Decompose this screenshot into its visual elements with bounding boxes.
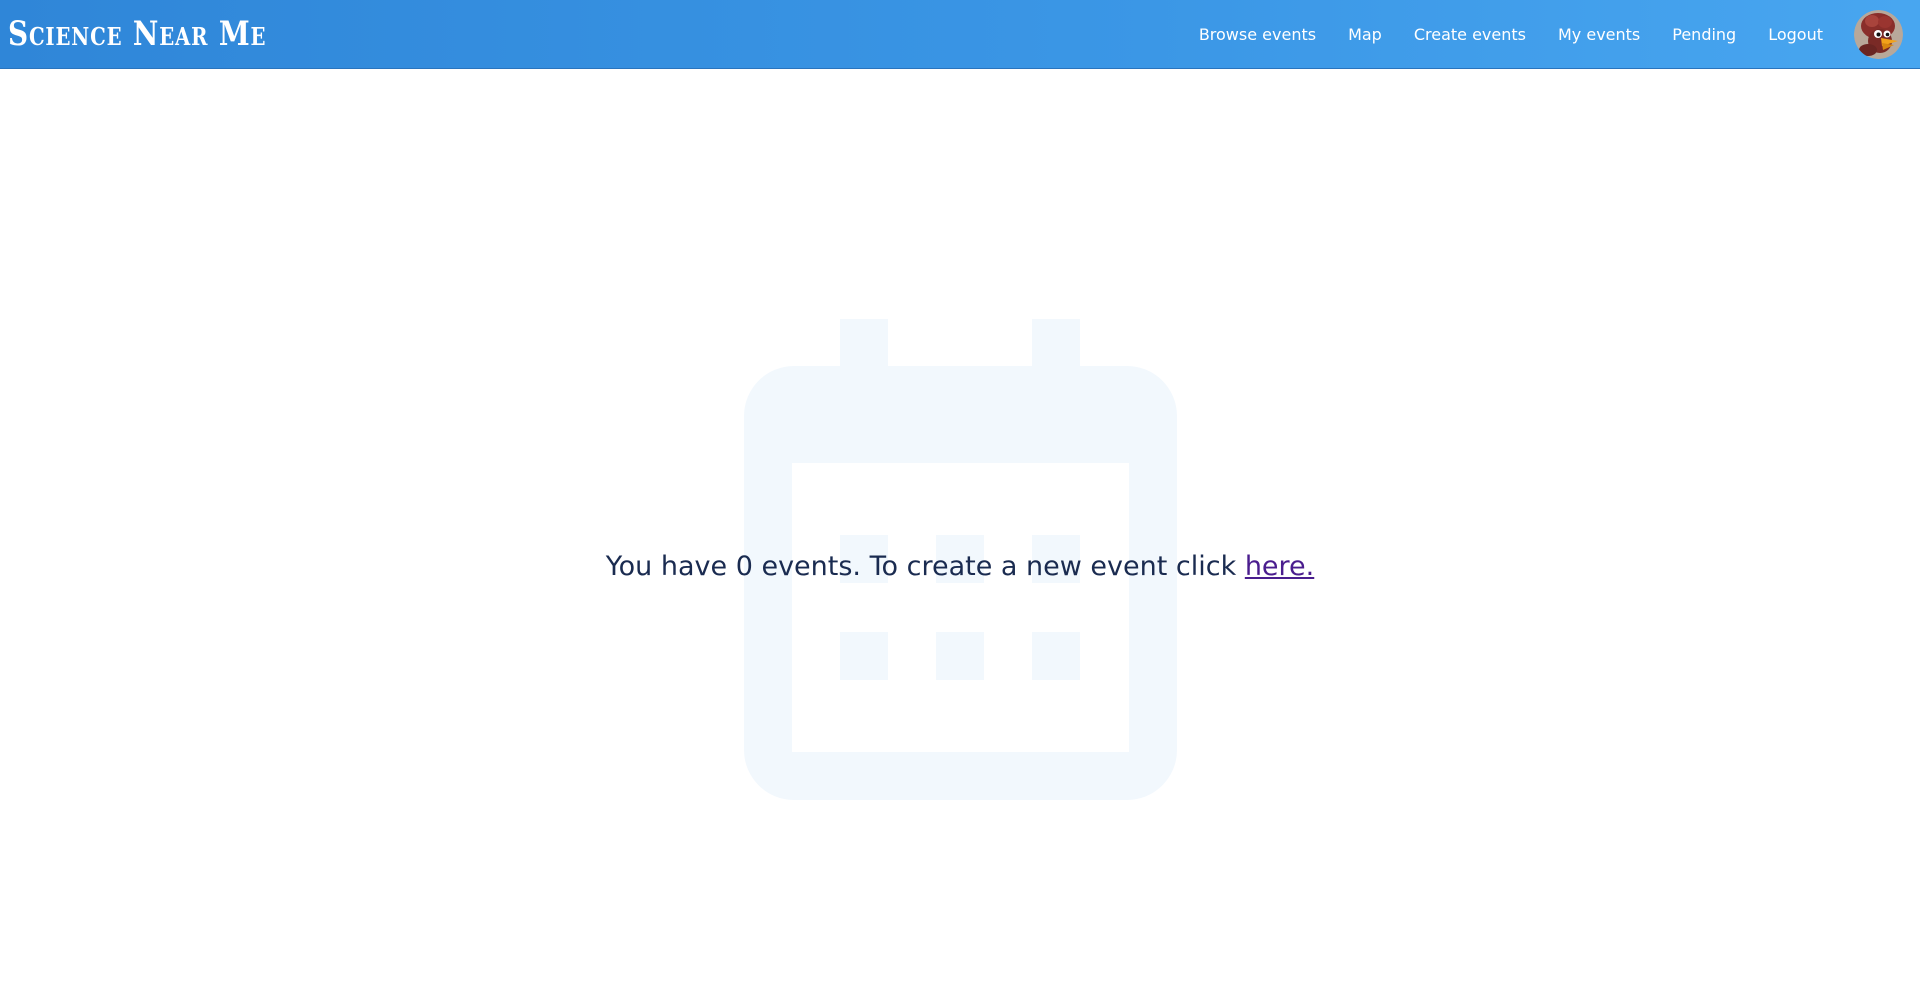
main-nav: Browse events Map Create events My event…: [1199, 0, 1823, 69]
empty-state: You have 0 events. To create a new event…: [0, 69, 1920, 982]
nav-create-events[interactable]: Create events: [1414, 25, 1526, 44]
nav-my-events[interactable]: My events: [1558, 25, 1640, 44]
nav-pending[interactable]: Pending: [1672, 25, 1736, 44]
create-event-link[interactable]: here.: [1245, 551, 1314, 582]
top-navigation-bar: Science Near Me Browse events Map Create…: [0, 0, 1920, 69]
avatar-bird-icon: [1854, 10, 1903, 59]
site-logo[interactable]: Science Near Me: [8, 14, 266, 54]
nav-logout[interactable]: Logout: [1768, 25, 1823, 44]
empty-state-message: You have 0 events. To create a new event…: [0, 549, 1920, 585]
empty-state-text: You have 0 events. To create a new event…: [605, 551, 1245, 582]
nav-map[interactable]: Map: [1348, 25, 1382, 44]
user-avatar[interactable]: [1854, 10, 1903, 59]
nav-browse-events[interactable]: Browse events: [1199, 25, 1316, 44]
